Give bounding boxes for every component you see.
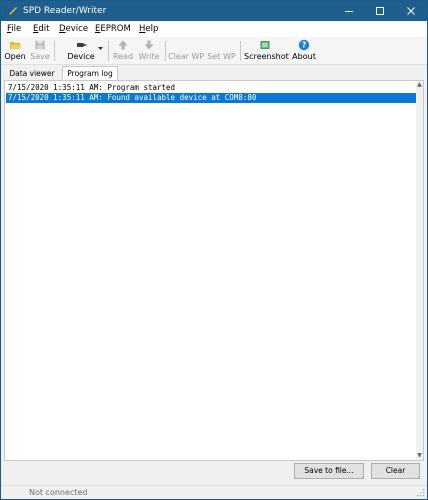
arrow-down-icon <box>144 40 154 50</box>
close-icon <box>407 7 415 15</box>
screenshot-button[interactable]: Screenshot <box>244 39 289 64</box>
minimize-button[interactable] <box>334 1 364 21</box>
connection-status: Not connected <box>29 488 88 497</box>
program-log-list[interactable]: 7/15/2020 1:35:11 AM: Program started 7/… <box>4 80 424 461</box>
maximize-button[interactable] <box>365 1 395 21</box>
menu-help[interactable]: Help <box>139 24 158 34</box>
menu-file[interactable]: File <box>7 24 21 34</box>
log-actions: Save to file... Clear <box>4 461 424 483</box>
menu-bar: File Edit Device EEPROM Help <box>1 21 427 37</box>
folder-icon <box>10 42 21 49</box>
arrow-up-icon <box>118 40 128 50</box>
toolbar-separator <box>240 41 241 61</box>
read-button[interactable]: Read <box>112 39 134 64</box>
status-bar: Not connected <box>1 485 427 499</box>
clear-button[interactable]: Clear <box>371 463 420 479</box>
clear-wp-button[interactable]: Clear WP <box>168 39 204 64</box>
plug-icon <box>77 43 87 47</box>
open-button[interactable]: Open <box>4 39 26 64</box>
save-to-file-button[interactable]: Save to file... <box>294 463 364 479</box>
close-button[interactable] <box>396 1 426 21</box>
window-title: SPD Reader/Writer <box>23 6 107 16</box>
tab-strip: Data viewer Program log <box>1 65 427 82</box>
minimize-icon <box>345 11 353 12</box>
scroll-up-icon[interactable]: ▲ <box>416 81 423 89</box>
vertical-scrollbar[interactable]: ▲ ▼ <box>416 81 423 460</box>
toolbar-separator <box>165 41 166 61</box>
maximize-icon <box>376 7 384 15</box>
set-wp-button[interactable]: Set WP <box>207 39 236 64</box>
log-entry-selected[interactable]: 7/15/2020 1:35:11 AM: Found available de… <box>6 93 417 103</box>
title-bar[interactable]: SPD Reader/Writer <box>1 1 427 21</box>
device-button[interactable]: Device <box>61 39 103 64</box>
chevron-down-icon <box>98 47 103 50</box>
pencil-icon <box>8 7 17 16</box>
toolbar: Open Save Device Read Write Clear WP Set… <box>1 37 427 65</box>
resize-grip-icon[interactable] <box>417 489 425 497</box>
help-icon: ? <box>298 39 310 51</box>
log-entry[interactable]: 7/15/2020 1:35:11 AM: Program started <box>6 83 417 93</box>
scroll-down-icon[interactable]: ▼ <box>416 452 423 460</box>
menu-eeprom[interactable]: EEPROM <box>95 24 131 34</box>
write-button[interactable]: Write <box>137 39 161 64</box>
screenshot-icon <box>260 41 270 49</box>
toolbar-separator <box>54 41 55 61</box>
save-button[interactable]: Save <box>29 39 51 64</box>
menu-edit[interactable]: Edit <box>33 24 49 34</box>
app-window: SPD Reader/Writer File Edit Device EEPRO… <box>0 0 428 500</box>
menu-device[interactable]: Device <box>59 24 88 34</box>
floppy-icon <box>35 40 45 50</box>
about-button[interactable]: ? About <box>290 39 318 64</box>
svg-text:?: ? <box>302 41 306 50</box>
toolbar-separator <box>108 41 109 61</box>
